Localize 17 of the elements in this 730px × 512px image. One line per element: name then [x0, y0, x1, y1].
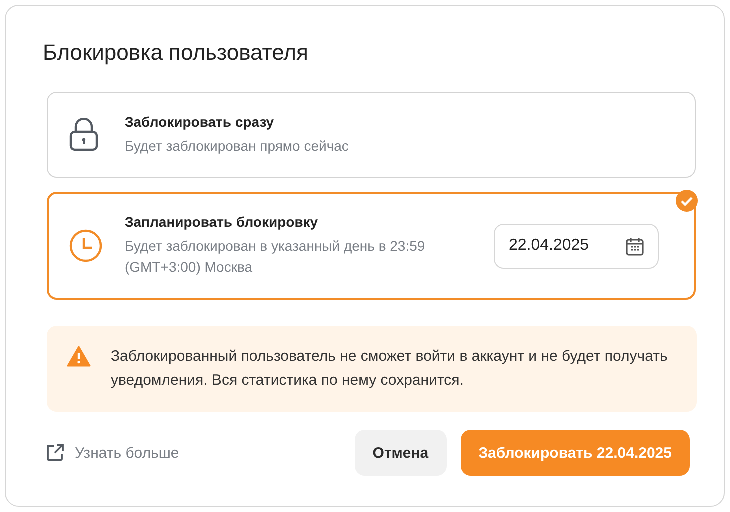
- cancel-button[interactable]: Отмена: [354, 430, 447, 476]
- option-description: Будет заблокирован прямо сейчас: [125, 136, 350, 156]
- option-title: Заблокировать сразу: [125, 114, 276, 130]
- block-option[interactable]: Запланировать блокировку Будет заблокирован в указанный день в 23:59 (GMT+3:00) Москва 22.04.2025: [47, 192, 696, 300]
- date-field[interactable]: 22.04.2025: [494, 224, 659, 268]
- dialog-title: Блокировка пользователя: [43, 40, 310, 66]
- block-option[interactable]: Заблокировать сразу Будет заблокирован прямо сейчас: [47, 92, 696, 178]
- option-title: Запланировать блокировку: [125, 214, 320, 230]
- learn-more-link[interactable]: Узнать больше: [45, 443, 180, 463]
- check-icon: [676, 190, 698, 212]
- calendar-icon: [626, 236, 644, 256]
- clock-icon: [69, 229, 103, 263]
- warning-text: Заблокированный пользователь не сможет войти в аккаунт и не будет получать уведомления. Вся статистика по нему сохранится.: [111, 347, 669, 391]
- lock-icon: [69, 118, 99, 152]
- warning-icon: [67, 346, 91, 367]
- option-description: Будет заблокирован в указанный день в 23:59 (GMT+3:00) Москва: [125, 237, 426, 277]
- external-link-icon: [45, 443, 65, 463]
